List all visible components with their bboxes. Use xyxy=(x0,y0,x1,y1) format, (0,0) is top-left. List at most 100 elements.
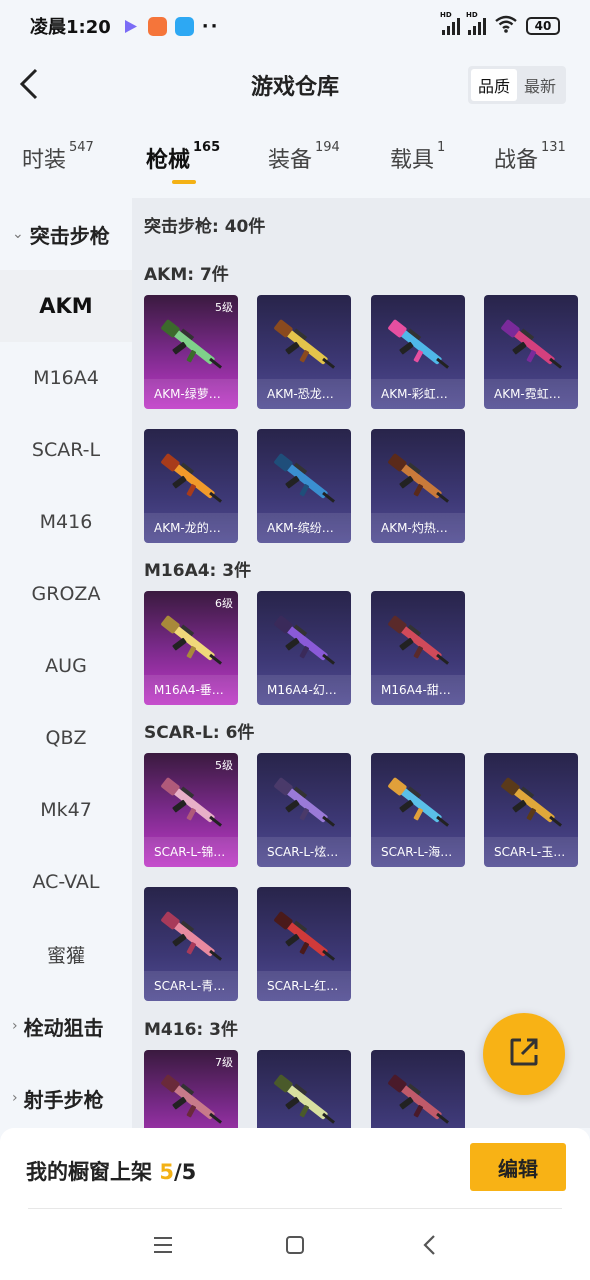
section-title-scar-l: SCAR-L: 6件 xyxy=(144,723,255,743)
rifle-icon xyxy=(265,317,343,375)
rifle-icon xyxy=(152,317,230,375)
weapon-skin-name: SCAR-L-玉… xyxy=(484,837,578,867)
sort-newest-button[interactable]: 最新 xyxy=(517,69,563,101)
rifle-icon xyxy=(152,909,230,967)
rifle-icon xyxy=(265,909,343,967)
weapon-skin-name: AKM-霓虹… xyxy=(484,379,578,409)
sidebar-item-akm[interactable]: AKM xyxy=(0,270,132,342)
sidebar-item-honey-badger[interactable]: 蜜獾 xyxy=(0,918,132,990)
weapon-skin-card[interactable]: 5级 SCAR-L-锦… xyxy=(144,753,238,867)
tab-supplies[interactable]: 战备131 xyxy=(494,140,566,174)
level-badge: 7级 xyxy=(215,1056,233,1069)
weapon-skin-name: SCAR-L-青… xyxy=(144,971,238,1001)
section-title-m16a4: M16A4: 3件 xyxy=(144,561,252,581)
showcase-total: /5 xyxy=(173,1160,197,1184)
wifi-icon xyxy=(494,15,518,38)
tab-guns[interactable]: 枪械165 xyxy=(146,140,221,174)
weapon-skin-card[interactable]: AKM-彩虹… xyxy=(371,295,465,409)
sidebar-group-bolt-snipers[interactable]: › 栓动狙击 xyxy=(0,990,132,1062)
more-notifications: ·· xyxy=(201,15,220,37)
back-icon[interactable] xyxy=(414,1228,448,1262)
weapon-skin-name: SCAR-L-锦… xyxy=(144,837,238,867)
chevron-right-icon: › xyxy=(12,1018,18,1034)
weapon-skin-card[interactable]: SCAR-L-炫… xyxy=(257,753,351,867)
section-title-m416: M416: 3件 xyxy=(144,1020,238,1040)
weapon-skin-card[interactable]: AKM-灼热… xyxy=(371,429,465,543)
tab-count: 165 xyxy=(193,140,221,155)
rifle-icon xyxy=(152,775,230,833)
weapon-skin-card[interactable]: AKM-龙的… xyxy=(144,429,238,543)
weapon-skin-name: AKM-绿萝… xyxy=(144,379,238,409)
level-badge: 5级 xyxy=(215,301,233,314)
weapon-skin-card[interactable]: 6级 M16A4-垂… xyxy=(144,591,238,705)
weapon-skin-name: M16A4-甜… xyxy=(371,675,465,705)
status-time: 凌晨1:20 xyxy=(30,17,111,38)
showcase-bar: 我的橱窗上架 5/5 编辑 xyxy=(0,1128,590,1280)
weapon-skin-card[interactable]: 7级 xyxy=(144,1050,238,1128)
home-icon[interactable] xyxy=(278,1228,312,1262)
chevron-right-icon: › xyxy=(12,1090,18,1106)
sidebar-item-mk47[interactable]: Mk47 xyxy=(0,774,132,846)
sidebar-item-aug[interactable]: AUG xyxy=(0,630,132,702)
weapon-skin-name: SCAR-L-海… xyxy=(371,837,465,867)
sort-toggle: 品质 最新 xyxy=(467,66,566,104)
weapon-skin-card[interactable]: AKM-霓虹… xyxy=(484,295,578,409)
battery-icon: 40 xyxy=(526,17,560,35)
sidebar-item-ac-val[interactable]: AC-VAL xyxy=(0,846,132,918)
rifle-icon xyxy=(152,451,230,509)
showcase-status: 我的橱窗上架 5/5 xyxy=(26,1160,197,1184)
tab-equipment[interactable]: 装备194 xyxy=(268,140,340,174)
tab-count: 131 xyxy=(541,140,566,155)
section-title-akm: AKM: 7件 xyxy=(144,265,229,285)
rifle-icon xyxy=(265,1072,343,1128)
weapon-skin-card[interactable]: M16A4-甜… xyxy=(371,591,465,705)
active-tab-indicator xyxy=(172,180,196,184)
level-badge: 5级 xyxy=(215,759,233,772)
back-arrow-icon[interactable] xyxy=(16,66,46,102)
weapon-skin-card[interactable]: 5级 AKM-绿萝… xyxy=(144,295,238,409)
signal-icon: HD xyxy=(466,11,486,35)
rifle-icon xyxy=(492,775,570,833)
sidebar-group-assault-rifles[interactable]: ⌄ 突击步枪 xyxy=(0,198,132,270)
rifle-icon xyxy=(265,451,343,509)
weapon-skin-name: SCAR-L-炫… xyxy=(257,837,351,867)
tab-count: 547 xyxy=(69,140,94,155)
sidebar-item-m416[interactable]: M416 xyxy=(0,486,132,558)
orange-app-icon xyxy=(147,16,167,36)
sort-quality-button[interactable]: 品质 xyxy=(470,69,517,101)
weapon-skin-name: AKM-灼热… xyxy=(371,513,465,543)
weapon-skin-card[interactable]: SCAR-L-玉… xyxy=(484,753,578,867)
weapon-skin-card[interactable]: SCAR-L-红… xyxy=(257,887,351,1001)
rifle-icon xyxy=(492,317,570,375)
sidebar-item-scar-l[interactable]: SCAR-L xyxy=(0,414,132,486)
weapon-skin-card[interactable]: SCAR-L-海… xyxy=(371,753,465,867)
weapon-skin-name: AKM-恐龙… xyxy=(257,379,351,409)
video-play-icon xyxy=(121,17,140,36)
menu-icon[interactable] xyxy=(146,1228,180,1262)
rifle-icon xyxy=(379,775,457,833)
sidebar-item-qbz[interactable]: QBZ xyxy=(0,702,132,774)
weapon-skin-card[interactable] xyxy=(371,1050,465,1128)
sidebar-item-m16a4[interactable]: M16A4 xyxy=(0,342,132,414)
tab-vehicles[interactable]: 载具1 xyxy=(390,140,446,174)
tab-count: 1 xyxy=(437,140,446,155)
share-fab-button[interactable] xyxy=(483,1013,565,1095)
weapon-skin-name: AKM-龙的… xyxy=(144,513,238,543)
weapon-skin-card[interactable]: AKM-缤纷… xyxy=(257,429,351,543)
weapon-skin-card[interactable] xyxy=(257,1050,351,1128)
chevron-down-icon: ⌄ xyxy=(12,226,24,242)
rifle-icon xyxy=(379,317,457,375)
weapon-skin-name: M16A4-幻… xyxy=(257,675,351,705)
sidebar-group-marksman-rifles[interactable]: › 射手步枪 xyxy=(0,1062,132,1134)
weapon-skin-card[interactable]: SCAR-L-青… xyxy=(144,887,238,1001)
showcase-current-count: 5 xyxy=(159,1160,174,1184)
tab-fashion[interactable]: 时装547 xyxy=(22,140,94,174)
weapon-sidebar: ⌄ 突击步枪 AKM M16A4 SCAR-L M416 GROZA AUG QB… xyxy=(0,198,132,1128)
edit-button[interactable]: 编辑 xyxy=(470,1143,566,1191)
weapon-skin-name: AKM-彩虹… xyxy=(371,379,465,409)
weapon-skin-card[interactable]: M16A4-幻… xyxy=(257,591,351,705)
sidebar-item-groza[interactable]: GROZA xyxy=(0,558,132,630)
rifle-icon xyxy=(152,613,230,671)
weapon-skin-card[interactable]: AKM-恐龙… xyxy=(257,295,351,409)
system-nav-bar xyxy=(0,1214,590,1274)
